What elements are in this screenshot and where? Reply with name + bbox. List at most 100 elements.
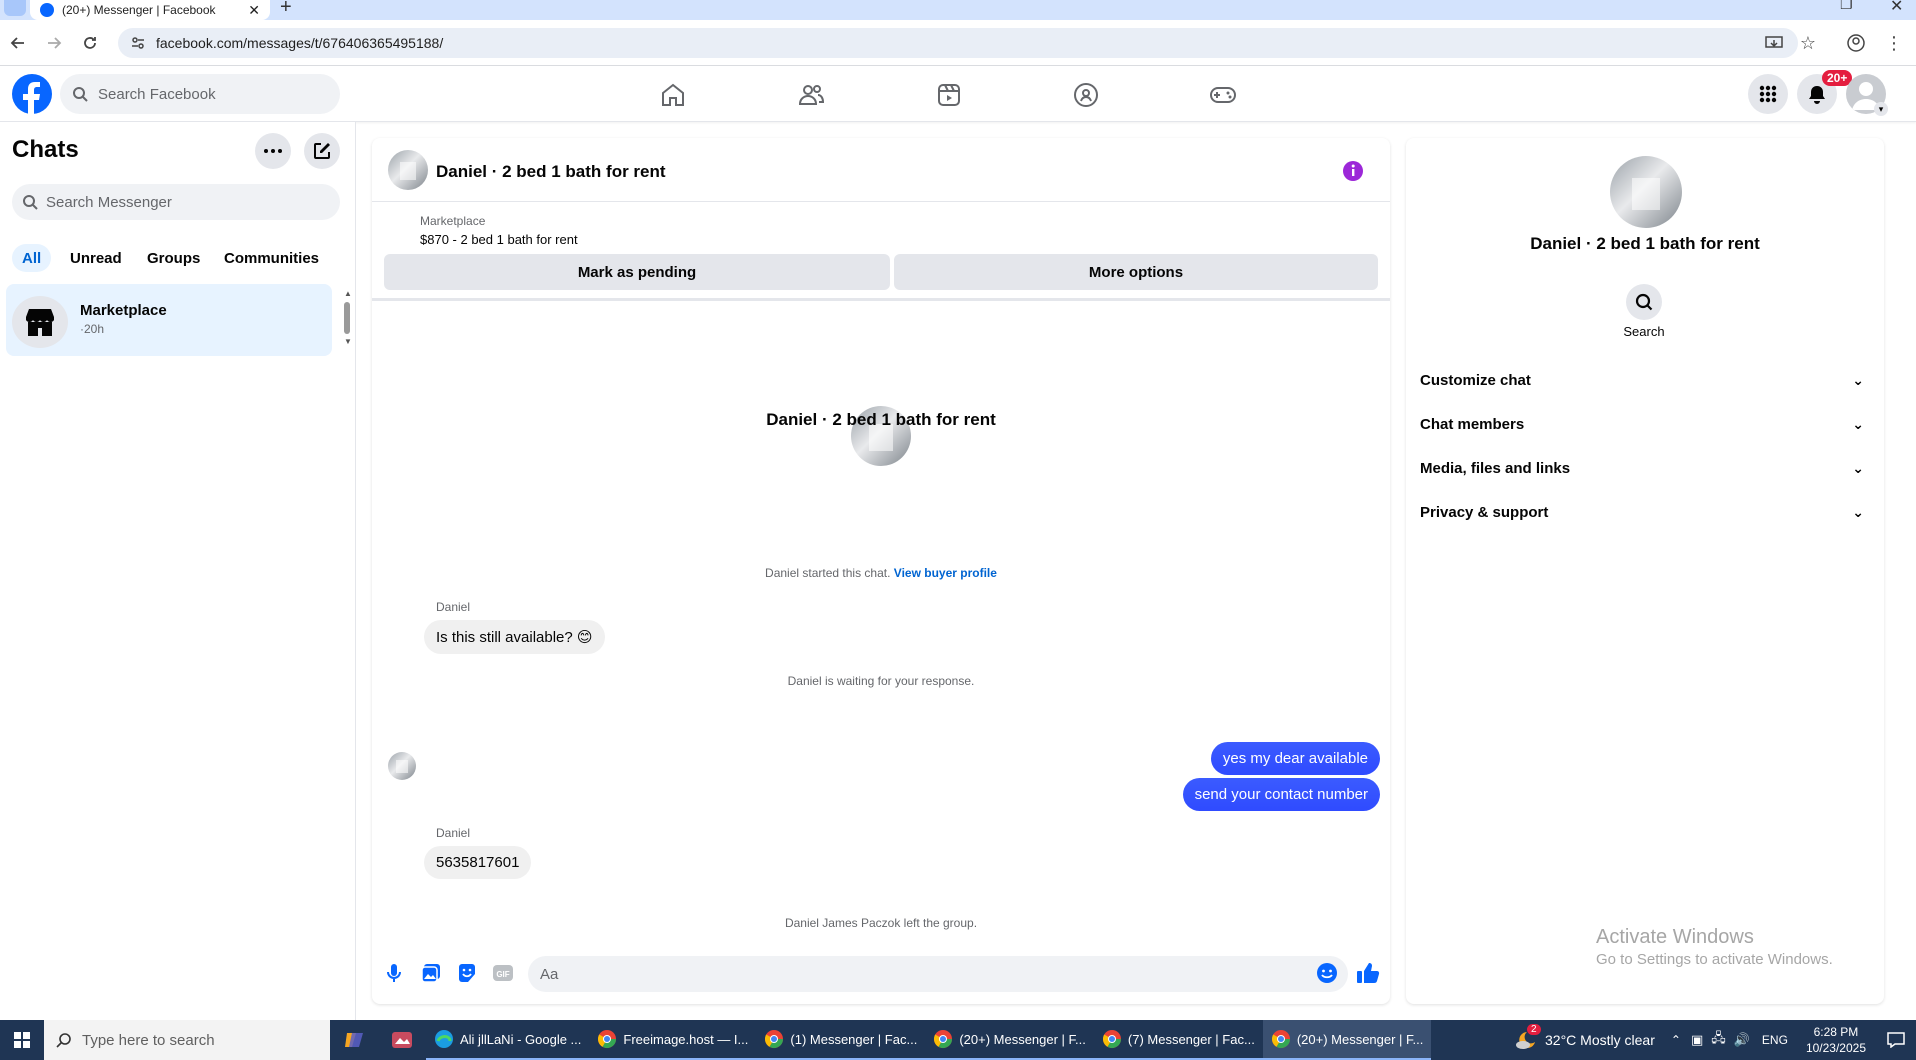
filter-unread[interactable]: Unread — [60, 244, 132, 272]
media-files-links-section[interactable]: Media, files and links ⌄ — [1420, 448, 1872, 488]
privacy-support-section[interactable]: Privacy & support ⌄ — [1420, 492, 1872, 532]
taskbar-search-placeholder: Type here to search — [82, 1031, 215, 1049]
left-group-notice: Daniel James Paczok left the group. — [784, 916, 978, 930]
taskbar-app-chrome[interactable]: (20+) Messenger | F... — [925, 1020, 1094, 1060]
facebook-search-input[interactable]: Search Facebook — [60, 74, 340, 114]
clock[interactable]: 6:28 PM 10/23/2025 — [1796, 1024, 1876, 1056]
view-buyer-profile-link[interactable]: View buyer profile — [894, 566, 997, 580]
scroll-thumb[interactable] — [344, 302, 350, 334]
sidebar-scrollbar[interactable]: ▲ ▼ — [344, 290, 352, 350]
activate-windows-watermark: Activate Windows Go to Settings to activ… — [1596, 926, 1833, 968]
filter-all[interactable]: All — [12, 244, 52, 272]
url-text[interactable]: facebook.com/messages/t/676406365495188/ — [156, 35, 443, 51]
volume-icon[interactable]: 🔊 — [1730, 1032, 1754, 1048]
back-button[interactable] — [4, 29, 32, 57]
copilot-taskbar-icon[interactable] — [330, 1020, 378, 1060]
address-bar[interactable]: facebook.com/messages/t/676406365495188/ — [118, 28, 1798, 58]
chats-options-button[interactable] — [255, 133, 291, 169]
chevron-down-icon: ⌄ — [1852, 415, 1864, 432]
site-info-icon[interactable] — [130, 35, 146, 51]
info-search-button[interactable] — [1626, 284, 1662, 320]
chrome-icon — [1271, 1030, 1290, 1049]
browser-tab-active[interactable]: (20+) Messenger | Facebook ✕ — [30, 0, 270, 20]
taskbar-app-label: (20+) Messenger | F... — [1296, 1031, 1424, 1047]
gif-button[interactable]: GIF — [492, 962, 514, 984]
chevron-down-icon: ⌄ — [1852, 503, 1864, 520]
incoming-message[interactable]: Is this still available? 😊 — [424, 620, 605, 654]
window-restore-icon[interactable]: ❐ — [1840, 0, 1853, 13]
section-label: Media, files and links — [1420, 459, 1571, 477]
scroll-down-arrow-icon[interactable]: ▼ — [344, 338, 352, 346]
nav-video[interactable] — [894, 72, 1004, 118]
weather-badge: 2 — [1527, 1024, 1541, 1035]
sticker-button[interactable] — [456, 962, 478, 984]
more-options-button[interactable]: More options — [894, 254, 1378, 290]
thumbs-up-icon — [1357, 963, 1380, 983]
mark-pending-button[interactable]: Mark as pending — [384, 254, 890, 290]
account-chevron-icon[interactable]: ▾ — [1874, 102, 1888, 116]
tray-app-icon[interactable]: ▣ — [1687, 1032, 1707, 1048]
chat-avatar — [12, 296, 68, 348]
conversation-avatar[interactable] — [388, 150, 428, 190]
taskbar-app-chrome[interactable]: (7) Messenger | Fac... — [1093, 1020, 1263, 1060]
close-tab-icon[interactable]: ✕ — [248, 2, 260, 19]
window-close-icon[interactable]: ✕ — [1890, 0, 1903, 16]
customize-chat-section[interactable]: Customize chat ⌄ — [1420, 360, 1872, 400]
conversation-info-panel — [1406, 138, 1884, 1004]
taskbar-app-chrome[interactable]: (1) Messenger | Fac... — [756, 1020, 926, 1060]
nav-gaming[interactable] — [1168, 72, 1278, 118]
sender-avatar — [388, 752, 416, 780]
taskbar-app-edge[interactable]: Ali jllLaNi - Google ... — [426, 1020, 590, 1060]
forward-button[interactable] — [40, 29, 68, 57]
like-button[interactable] — [1356, 962, 1380, 984]
search-icon — [73, 87, 88, 102]
chats-title: Chats — [12, 136, 79, 163]
tray-overflow-icon[interactable]: ⌃ — [1665, 1033, 1687, 1047]
install-app-icon[interactable] — [1760, 29, 1788, 57]
menu-grid-button[interactable] — [1748, 74, 1788, 114]
nav-home[interactable] — [618, 72, 728, 118]
info-avatar[interactable] — [1610, 156, 1682, 228]
incoming-message[interactable]: 5635817601 — [424, 846, 532, 879]
mic-button[interactable] — [384, 962, 404, 984]
conversation-title[interactable]: Daniel · 2 bed 1 bath for rent — [436, 162, 666, 182]
listing-title[interactable]: $870 - 2 bed 1 bath for rent — [420, 232, 578, 247]
browser-menu-icon[interactable]: ⋮ — [1880, 29, 1908, 57]
taskbar-app-label: Freeimage.host — I... — [623, 1031, 749, 1047]
conversation-info-button[interactable] — [1342, 160, 1364, 182]
network-icon[interactable]: 🖧 — [1707, 1029, 1730, 1051]
taskbar-app-chrome[interactable]: Freeimage.host — I... — [589, 1020, 757, 1060]
more-dots-icon — [264, 149, 282, 153]
taskbar-search[interactable]: Type here to search — [44, 1020, 330, 1060]
profile-icon[interactable] — [1842, 29, 1870, 57]
weather-widget[interactable]: 2 32°C Mostly clear — [1505, 1024, 1665, 1050]
attach-photo-button[interactable] — [420, 962, 442, 984]
reload-button[interactable] — [76, 29, 104, 57]
chat-members-section[interactable]: Chat members ⌄ — [1420, 404, 1872, 444]
bookmark-star-icon[interactable]: ☆ — [1794, 29, 1822, 57]
taskbar-app-chrome-active[interactable]: (20+) Messenger | F... — [1262, 1020, 1432, 1060]
activate-windows-line2: Go to Settings to activate Windows. — [1596, 951, 1833, 968]
new-message-button[interactable] — [304, 133, 340, 169]
message-input[interactable]: Aa — [528, 956, 1348, 992]
activate-windows-line1: Activate Windows — [1596, 926, 1754, 948]
start-button[interactable] — [0, 1020, 44, 1060]
messenger-search-input[interactable]: Search Messenger — [12, 184, 340, 220]
groups-icon — [1074, 83, 1098, 107]
nav-friends[interactable] — [756, 72, 866, 118]
facebook-logo-icon[interactable] — [12, 74, 52, 114]
microphone-icon — [387, 964, 401, 982]
app-taskbar-icon[interactable] — [378, 1020, 426, 1060]
filter-groups[interactable]: Groups — [137, 244, 210, 272]
waiting-notice: Daniel is waiting for your response. — [787, 674, 975, 688]
filter-communities[interactable]: Communities — [214, 244, 329, 272]
new-tab-button[interactable]: + — [280, 0, 292, 19]
outgoing-message[interactable]: send your contact number — [1182, 778, 1380, 811]
emoji-button[interactable] — [1316, 962, 1338, 984]
notification-center-icon[interactable] — [1876, 1032, 1916, 1048]
outgoing-message[interactable]: yes my dear available — [1210, 742, 1380, 775]
tab-search-button[interactable] — [4, 0, 26, 16]
scroll-up-arrow-icon[interactable]: ▲ — [344, 290, 352, 298]
language-indicator[interactable]: ENG — [1754, 1033, 1796, 1047]
nav-groups[interactable] — [1031, 72, 1141, 118]
